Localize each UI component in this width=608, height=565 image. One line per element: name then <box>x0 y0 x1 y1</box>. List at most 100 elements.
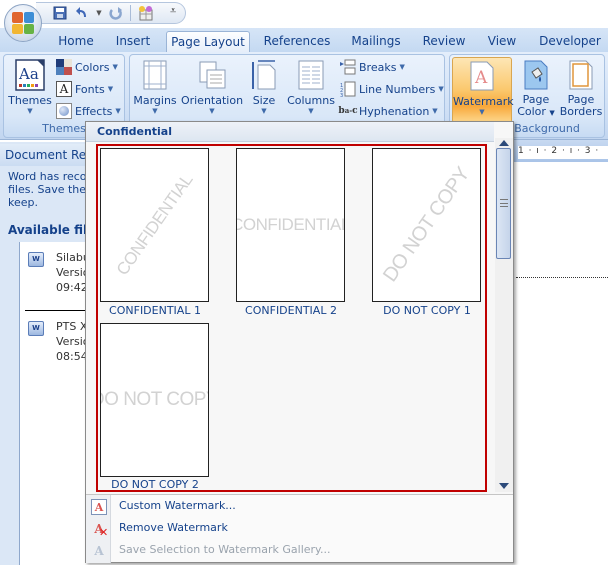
scroll-up-icon[interactable] <box>499 140 509 146</box>
tab-mailings[interactable]: Mailings <box>346 31 406 52</box>
remove-watermark-menu-item[interactable]: A ✕ Remove Watermark <box>86 518 513 540</box>
watermark-option-confidential-1[interactable]: CONFIDENTIAL <box>100 148 209 302</box>
customize-qat-icon[interactable]: ⩡ <box>170 4 176 18</box>
office-button[interactable] <box>4 4 42 42</box>
fonts-button[interactable]: A Fonts ▼ <box>56 80 113 98</box>
gallery-section-header: Confidential <box>86 122 494 142</box>
tab-references[interactable]: References <box>260 31 334 52</box>
watermark-preview-text: CONFIDENTIAL <box>112 170 196 279</box>
svg-text:A: A <box>474 68 488 88</box>
page-borders-icon <box>566 59 596 91</box>
size-button[interactable]: Size ▼ <box>248 59 280 115</box>
watermark-preview-text: DO NOT COPY <box>378 163 474 286</box>
orientation-label: Orientation <box>180 94 244 107</box>
fonts-icon: A <box>56 81 72 97</box>
effects-button[interactable]: Effects ▼ <box>56 102 121 120</box>
redo-icon[interactable] <box>108 5 124 21</box>
columns-button[interactable]: Columns ▼ <box>286 59 336 115</box>
hyphenation-label: Hyphenation <box>359 104 430 118</box>
tab-page-layout[interactable]: Page Layout <box>166 31 250 52</box>
hyphenation-button[interactable]: b a-c Hyphenation ▼ <box>338 102 438 120</box>
columns-icon <box>296 59 326 91</box>
themes-button[interactable]: Aa Themes ▼ <box>8 59 52 115</box>
margins-button[interactable]: Margins ▼ <box>132 59 178 115</box>
page-color-button[interactable]: Page Color ▼ <box>516 59 556 119</box>
chevron-down-icon: ▼ <box>308 107 314 115</box>
tab-developer[interactable]: Developer <box>538 31 602 52</box>
tab-review[interactable]: Review <box>420 31 468 52</box>
themes-icon: Aa <box>15 59 45 91</box>
margins-icon <box>140 59 170 91</box>
watermark-option-do-not-copy-2[interactable]: DO NOT COPY <box>100 323 209 477</box>
colors-label: Colors <box>75 60 110 74</box>
document-canvas[interactable] <box>512 162 608 565</box>
chevron-down-icon: ▼ <box>115 107 121 115</box>
size-icon <box>249 59 279 91</box>
tab-home[interactable]: Home <box>50 31 102 52</box>
gallery-scrollbar[interactable] <box>495 138 513 492</box>
menu-item-label: Custom Watermark... <box>119 499 236 512</box>
save-selection-icon: A <box>94 544 104 558</box>
breaks-icon <box>340 59 356 75</box>
colors-button[interactable]: Colors ▼ <box>56 58 118 76</box>
chevron-down-icon: ▼ <box>399 63 405 71</box>
chevron-down-icon: ▼ <box>432 107 438 115</box>
chevron-down-icon: ▼ <box>479 108 485 116</box>
watermark-button[interactable]: A Watermark ▼ <box>452 57 514 123</box>
tab-view[interactable]: View <box>484 31 520 52</box>
chevron-down-icon: ▼ <box>27 107 33 115</box>
svg-text:Aa: Aa <box>18 65 39 83</box>
scrollbar-thumb[interactable] <box>496 148 511 259</box>
watermark-option-label: CONFIDENTIAL 2 <box>245 304 337 317</box>
line-numbers-button[interactable]: 123 Line Numbers ▼ <box>340 80 444 98</box>
svg-text:3: 3 <box>340 93 343 97</box>
page-borders-button[interactable]: Page Borders <box>558 59 604 118</box>
colors-icon <box>56 59 72 75</box>
watermark-option-label: DO NOT COPY 2 <box>111 478 199 491</box>
margins-label: Margins <box>133 94 177 107</box>
watermark-menu: A Custom Watermark... A ✕ Remove Watermar… <box>86 494 513 563</box>
page-break-line <box>516 277 608 278</box>
save-selection-menu-item: A Save Selection to Watermark Gallery... <box>86 540 513 562</box>
breaks-button[interactable]: Breaks ▼ <box>340 58 405 76</box>
chevron-down-icon: ▼ <box>107 85 114 93</box>
extra-tool-icon[interactable] <box>137 5 153 21</box>
save-icon[interactable] <box>52 5 68 21</box>
watermark-icon: A <box>467 60 497 92</box>
themes-label: Themes <box>8 94 52 107</box>
orientation-button[interactable]: Orientation ▼ <box>180 59 244 115</box>
page-borders-label-2: Borders <box>559 105 603 118</box>
office-logo-icon <box>12 12 34 34</box>
chevron-down-icon: ▼ <box>549 109 555 117</box>
watermark-option-do-not-copy-1[interactable]: DO NOT COPY <box>372 148 481 302</box>
menu-item-label: Save Selection to Watermark Gallery... <box>119 543 331 556</box>
effects-icon <box>56 103 72 119</box>
page-color-icon <box>521 59 551 91</box>
watermark-option-label: CONFIDENTIAL 1 <box>109 304 201 317</box>
line-numbers-icon: 123 <box>340 81 356 97</box>
tab-insert[interactable]: Insert <box>110 31 156 52</box>
custom-watermark-menu-item[interactable]: A Custom Watermark... <box>86 496 513 518</box>
ribbon-tab-strip: Home Insert Page Layout References Maili… <box>0 28 608 52</box>
menu-item-label: Remove Watermark <box>119 521 228 534</box>
undo-dropdown-icon[interactable]: ▼ <box>96 5 102 21</box>
hyphenation-icon: b a-c <box>338 106 358 116</box>
scroll-down-icon[interactable] <box>499 483 509 489</box>
gallery-selection-frame: CONFIDENTIAL CONFIDENTIAL 1 CONFIDENTIAL… <box>96 144 487 492</box>
word-document-icon: W <box>28 321 44 336</box>
custom-watermark-icon: A <box>91 499 107 515</box>
recovery-pane-title: Document Rec <box>0 144 95 166</box>
columns-label: Columns <box>287 94 335 107</box>
line-numbers-label: Line Numbers <box>359 82 436 96</box>
watermark-preview-text: DO NOT COPY <box>101 389 208 410</box>
watermark-option-confidential-2[interactable]: CONFIDENTIAL <box>236 148 345 302</box>
horizontal-ruler[interactable]: 1 · ı · 2 · ı · 3 · <box>518 146 608 159</box>
chevron-down-icon: ▼ <box>152 107 158 115</box>
undo-icon[interactable] <box>74 5 90 21</box>
chevron-down-icon: ▼ <box>261 107 267 115</box>
page-color-label-2: Color <box>517 105 546 118</box>
quick-access-toolbar: ▼ <box>36 2 186 24</box>
word-document-icon: W <box>28 252 44 267</box>
scrollbar-grip-icon <box>500 199 508 207</box>
chevron-down-icon: ▼ <box>209 107 215 115</box>
